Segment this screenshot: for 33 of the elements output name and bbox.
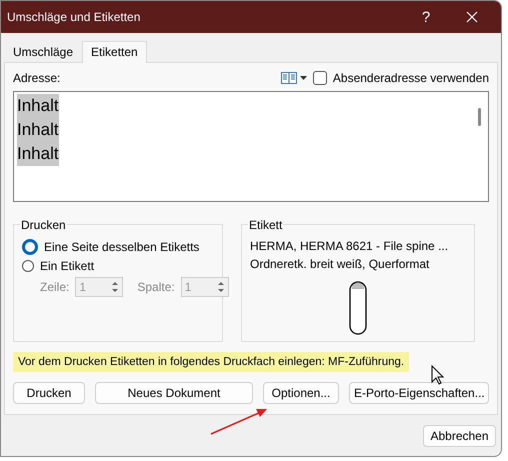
help-button[interactable]: ? — [403, 1, 449, 33]
sender-address-label: Absenderadresse verwenden — [332, 71, 489, 85]
radio-label: Ein Etikett — [40, 259, 94, 273]
label-preview-icon — [349, 281, 367, 335]
address-text: Inhalt — [17, 118, 59, 142]
close-icon — [466, 11, 478, 23]
radio-label: Eine Seite desselben Etiketts — [44, 240, 200, 254]
group-title: Etikett — [248, 218, 284, 232]
dialog-button[interactable]: Neues Dokument — [95, 382, 253, 404]
tab[interactable]: Etiketten — [82, 41, 147, 63]
radio-button[interactable] — [22, 260, 34, 272]
scrollbar-thumb[interactable] — [478, 108, 481, 126]
address-label: Adresse: — [13, 71, 60, 85]
column-label: Spalte: — [137, 280, 175, 294]
address-field[interactable]: Inhalt Inhalt Inhalt — [13, 91, 489, 202]
window-title: Umschläge und Etiketten — [7, 10, 142, 24]
mouse-cursor-icon — [431, 365, 444, 385]
row-label: Zeile: — [40, 280, 70, 294]
checkbox[interactable] — [312, 71, 327, 85]
label-description: HERMA, HERMA 8621 - File spine ... — [250, 239, 450, 253]
group-title: Drucken — [20, 218, 67, 232]
cancel-button[interactable]: Abbrechen — [423, 425, 496, 447]
dialog-button[interactable]: Optionen... — [263, 382, 339, 404]
tray-note: Vor dem Drucken Etiketten in folgendes Druckfach einlegen: MF-Zuführung. — [13, 352, 410, 372]
pointer-arrow-drawing — [209, 406, 269, 436]
radio-button[interactable] — [22, 239, 38, 255]
address-text: Inhalt — [17, 94, 59, 118]
address-text: Inhalt — [17, 142, 59, 166]
tab[interactable]: Umschläge — [4, 41, 82, 63]
dialog-button[interactable]: Drucken — [13, 382, 85, 404]
label-description: Ordneretk. breit weiß, Querformat — [250, 257, 430, 271]
dialog-button[interactable]: E-Porto-Eigenschaften... — [349, 382, 489, 404]
address-book-icon[interactable] — [280, 72, 307, 84]
